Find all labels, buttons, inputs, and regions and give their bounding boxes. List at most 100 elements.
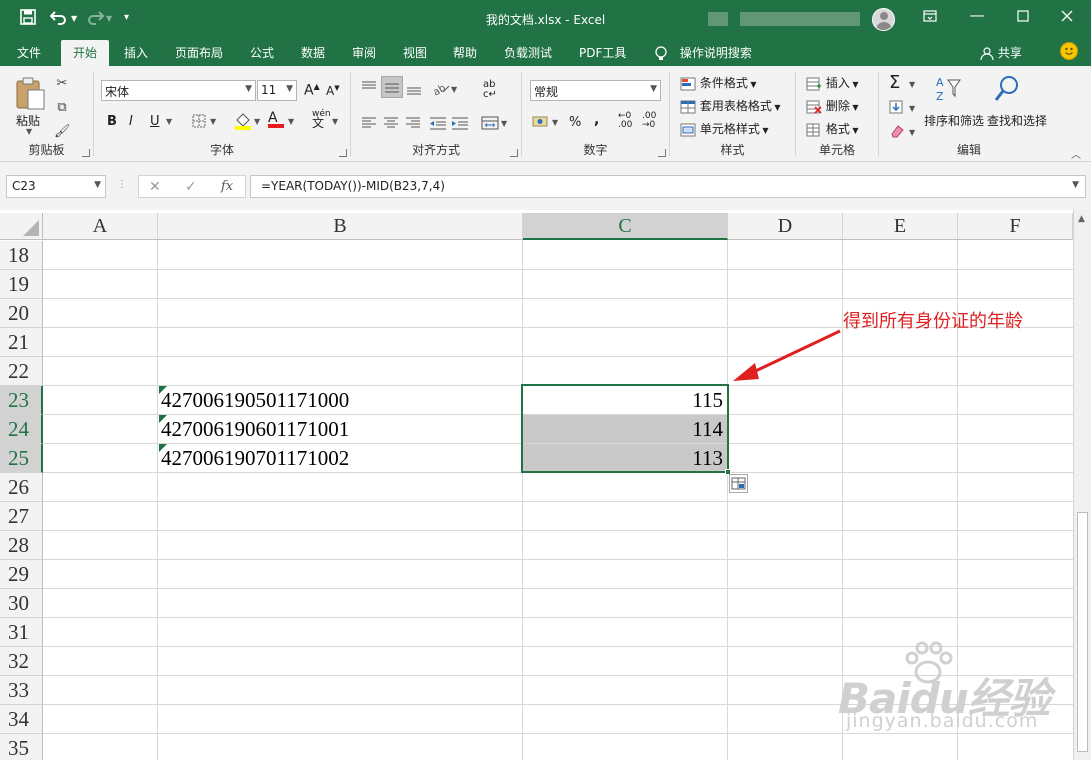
row-header-31[interactable]: 31: [0, 618, 43, 647]
fill-dropdown-icon[interactable]: ▼: [909, 104, 915, 113]
find-select-button[interactable]: 查找和选择: [987, 74, 1047, 128]
close-icon[interactable]: [1052, 8, 1082, 26]
fill-color-dropdown-icon[interactable]: ▼: [254, 117, 260, 126]
column-header-E[interactable]: E: [843, 213, 958, 240]
decrease-font-icon[interactable]: A▼: [326, 84, 340, 98]
row-header-25[interactable]: 25: [0, 444, 43, 473]
tell-me-box[interactable]: 操作说明搜索: [654, 44, 752, 62]
tab-home[interactable]: 开始: [61, 40, 110, 66]
tab-view[interactable]: 视图: [403, 44, 427, 61]
cell-styles-button[interactable]: 单元格样式 ▼: [680, 120, 769, 137]
name-box[interactable]: C23 ▼: [6, 175, 106, 198]
percent-style-icon[interactable]: %: [569, 115, 581, 130]
smiley-feedback-icon[interactable]: [1060, 42, 1078, 60]
clear-dropdown-icon[interactable]: ▼: [909, 128, 915, 137]
format-painter-icon[interactable]: 🖌: [54, 124, 71, 140]
decrease-indent-icon[interactable]: [429, 116, 447, 133]
formula-input[interactable]: =YEAR(TODAY())-MID(B23,7,4) ▼: [250, 175, 1086, 198]
conditional-formatting-button[interactable]: 条件格式 ▼: [680, 74, 757, 91]
cancel-icon[interactable]: ✕: [149, 179, 161, 195]
italic-button[interactable]: I: [129, 114, 133, 129]
fill-icon[interactable]: [889, 100, 905, 117]
row-header-20[interactable]: 20: [0, 299, 43, 328]
borders-dropdown-icon[interactable]: ▼: [210, 117, 216, 126]
column-header-B[interactable]: B: [158, 213, 523, 240]
orientation-icon[interactable]: ab: [431, 80, 451, 99]
fill-color-icon[interactable]: [234, 112, 252, 133]
orientation-dropdown-icon[interactable]: ▼: [451, 85, 457, 94]
font-name-select[interactable]: 宋体 ▼: [101, 80, 256, 101]
tab-file[interactable]: 文件: [17, 44, 41, 61]
row-header-27[interactable]: 27: [0, 502, 43, 531]
select-all-button[interactable]: [0, 213, 43, 240]
row-header-33[interactable]: 33: [0, 676, 43, 705]
accounting-dropdown-icon[interactable]: ▼: [552, 118, 558, 127]
column-header-C[interactable]: C: [523, 213, 728, 240]
row-header-30[interactable]: 30: [0, 589, 43, 618]
sort-filter-button[interactable]: AZ 排序和筛选: [924, 74, 984, 128]
wrap-text-icon[interactable]: ab c↵: [483, 80, 497, 100]
phonetic-dropdown-icon[interactable]: ▼: [332, 117, 338, 126]
enter-icon[interactable]: ✓: [185, 179, 197, 195]
increase-font-icon[interactable]: A▲: [304, 82, 320, 99]
autosum-dropdown-icon[interactable]: ▼: [909, 80, 915, 89]
align-bottom-icon[interactable]: [406, 82, 422, 99]
align-middle-icon[interactable]: [381, 76, 403, 98]
scroll-up-icon[interactable]: ▲: [1078, 214, 1085, 224]
tab-data[interactable]: 数据: [301, 44, 325, 61]
row-header-35[interactable]: 35: [0, 734, 43, 760]
row-header-22[interactable]: 22: [0, 357, 43, 386]
cell-B24[interactable]: 427006190601171001: [161, 415, 349, 444]
alignment-launcher-icon[interactable]: [510, 149, 518, 157]
ribbon-display-options-icon[interactable]: [915, 8, 945, 26]
row-header-24[interactable]: 24: [0, 415, 43, 444]
font-size-select[interactable]: 11 ▼: [257, 80, 297, 101]
worksheet-grid[interactable]: A B C D E F 18 19 20 21 22 23 24 25 26 2…: [0, 210, 1073, 760]
quick-analysis-icon[interactable]: [729, 474, 748, 493]
collapse-ribbon-icon[interactable]: ︿: [1071, 146, 1081, 161]
align-left-icon[interactable]: [361, 116, 377, 133]
accounting-format-icon[interactable]: [532, 114, 550, 133]
insert-function-icon[interactable]: fx: [221, 179, 233, 194]
autosum-icon[interactable]: Σ: [889, 72, 900, 93]
row-header-18[interactable]: 18: [0, 241, 43, 270]
tab-load-test[interactable]: 负载测试: [504, 44, 552, 61]
minimize-icon[interactable]: —: [962, 6, 992, 24]
delete-cells-button[interactable]: 删除 ▼: [806, 97, 859, 114]
row-header-26[interactable]: 26: [0, 473, 43, 502]
column-header-A[interactable]: A: [43, 213, 158, 240]
row-header-29[interactable]: 29: [0, 560, 43, 589]
phonetic-icon[interactable]: wén 文: [312, 110, 331, 130]
number-launcher-icon[interactable]: [658, 149, 666, 157]
row-header-32[interactable]: 32: [0, 647, 43, 676]
cut-icon[interactable]: ✂: [54, 76, 70, 92]
font-color-dropdown-icon[interactable]: ▼: [288, 117, 294, 126]
font-color-icon[interactable]: A: [268, 110, 284, 128]
row-header-34[interactable]: 34: [0, 705, 43, 734]
row-header-19[interactable]: 19: [0, 270, 43, 299]
column-header-F[interactable]: F: [958, 213, 1073, 240]
underline-button[interactable]: U: [150, 114, 160, 129]
row-header-21[interactable]: 21: [0, 328, 43, 357]
column-header-D[interactable]: D: [728, 213, 843, 240]
format-as-table-button[interactable]: 套用表格格式 ▼: [680, 97, 781, 114]
number-format-select[interactable]: 常规 ▼: [530, 80, 661, 101]
tab-page-layout[interactable]: 页面布局: [175, 44, 223, 61]
tab-help[interactable]: 帮助: [453, 44, 477, 61]
vertical-scrollbar[interactable]: ▲: [1073, 210, 1091, 760]
cell-B25[interactable]: 427006190701171002: [161, 444, 349, 473]
tab-formulas[interactable]: 公式: [250, 44, 274, 61]
merge-dropdown-icon[interactable]: ▼: [501, 119, 507, 128]
scrollbar-thumb[interactable]: [1077, 512, 1088, 752]
tab-review[interactable]: 审阅: [352, 44, 376, 61]
increase-indent-icon[interactable]: [451, 116, 469, 133]
copy-icon[interactable]: ⧉: [54, 100, 70, 116]
clipboard-launcher-icon[interactable]: [82, 149, 90, 157]
comma-style-icon[interactable]: ,: [594, 112, 599, 128]
cell-B23[interactable]: 427006190501171000: [161, 386, 349, 415]
align-right-icon[interactable]: [405, 116, 421, 133]
format-cells-button[interactable]: 格式 ▼: [806, 120, 859, 137]
paste-button[interactable]: 粘贴 ▼: [14, 76, 46, 136]
increase-decimal-icon[interactable]: ←0.00: [618, 112, 632, 130]
row-header-28[interactable]: 28: [0, 531, 43, 560]
